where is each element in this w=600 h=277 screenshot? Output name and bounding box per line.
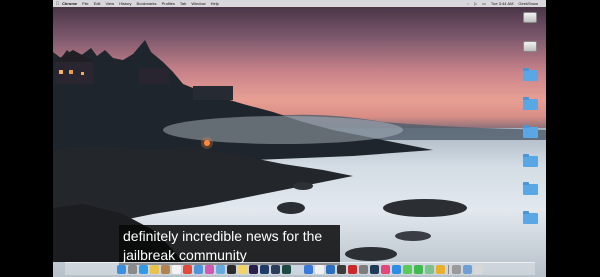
menu-profiles[interactable]: Profiles [162, 1, 175, 6]
folder-icon [522, 68, 538, 81]
desktop-folder[interactable] [515, 210, 545, 239]
settings-icon[interactable] [452, 264, 461, 274]
chrome-icon[interactable] [183, 264, 192, 274]
audition-icon[interactable] [282, 264, 291, 274]
textedit-icon[interactable] [315, 264, 324, 274]
menu-clock[interactable]: Tue 3:44 AM [491, 1, 514, 6]
folder-icon [522, 182, 538, 195]
menu-bookmarks[interactable]: Bookmarks [137, 1, 157, 6]
steam-icon[interactable] [370, 264, 379, 274]
hard-drive-icon [523, 12, 537, 23]
apple-icon[interactable]:  [53, 1, 62, 7]
keynote-icon[interactable] [304, 264, 313, 274]
menu-bar:  Chrome File Edit View History Bookmark… [53, 0, 546, 7]
menu-view[interactable]: View [105, 1, 114, 6]
messages-icon[interactable] [403, 264, 412, 274]
video-caption: definitely incredible news for the jailb… [119, 225, 340, 265]
hard-drive-icon [523, 40, 537, 52]
desktop-drive[interactable] [515, 10, 545, 39]
preview-icon[interactable] [293, 264, 302, 274]
premiere-icon[interactable] [249, 264, 258, 274]
menu-edit[interactable]: Edit [94, 1, 101, 6]
menu-file[interactable]: File [82, 1, 88, 6]
desktop-icons [515, 10, 545, 238]
terminal-icon[interactable] [227, 264, 236, 274]
appstore-icon[interactable] [392, 264, 401, 274]
wifi-icon[interactable]: ◌ [467, 1, 469, 6]
github-icon[interactable] [337, 264, 346, 274]
folder-icon [522, 125, 538, 138]
folder-icon [522, 153, 538, 167]
folder-icon[interactable] [216, 264, 225, 274]
menu-tab[interactable]: Tab [180, 1, 186, 6]
desktop-folder[interactable] [515, 96, 545, 125]
menu-app-name[interactable]: Chrome [62, 1, 77, 6]
desktop-folder[interactable] [515, 181, 545, 210]
battery-icon[interactable]: ▭ [482, 1, 486, 6]
menu-user[interactable]: GeekSnow [518, 1, 538, 6]
desktop-folder[interactable] [515, 124, 545, 153]
photoshop-icon[interactable] [260, 264, 269, 274]
desktop-folder[interactable] [515, 153, 545, 182]
dock-separator [448, 264, 449, 274]
photos-icon[interactable] [150, 264, 159, 274]
calendar-icon[interactable] [172, 264, 181, 274]
chrome-canary-icon[interactable] [436, 264, 445, 274]
desktop-folder[interactable] [515, 67, 545, 96]
menu-window[interactable]: Window [191, 1, 205, 6]
caption-line-1: definitely incredible news for the [123, 228, 323, 244]
volume-icon[interactable]: ▷ [474, 1, 477, 6]
lightroom-icon[interactable] [271, 264, 280, 274]
trash-icon[interactable] [474, 264, 483, 274]
notes-icon[interactable] [238, 264, 247, 274]
launchpad-icon[interactable] [128, 264, 137, 274]
safari-icon[interactable] [139, 264, 148, 274]
menu-history[interactable]: History [119, 1, 131, 6]
music-icon[interactable] [381, 264, 390, 274]
downloads-icon[interactable] [463, 264, 472, 274]
desktop-drive[interactable] [515, 39, 545, 68]
opera-icon[interactable] [348, 264, 357, 274]
folder-icon [522, 96, 538, 110]
folder-icon [522, 210, 538, 224]
maps-icon[interactable] [425, 264, 434, 274]
facetime-icon[interactable] [414, 264, 423, 274]
xcode-icon[interactable] [326, 264, 335, 274]
menu-help[interactable]: Help [211, 1, 219, 6]
itunes-icon[interactable] [205, 264, 214, 274]
mail-icon[interactable] [194, 264, 203, 274]
contacts-icon[interactable] [161, 264, 170, 274]
dock [65, 262, 535, 275]
system-prefs-icon[interactable] [359, 264, 368, 274]
finder-icon[interactable] [117, 264, 126, 274]
